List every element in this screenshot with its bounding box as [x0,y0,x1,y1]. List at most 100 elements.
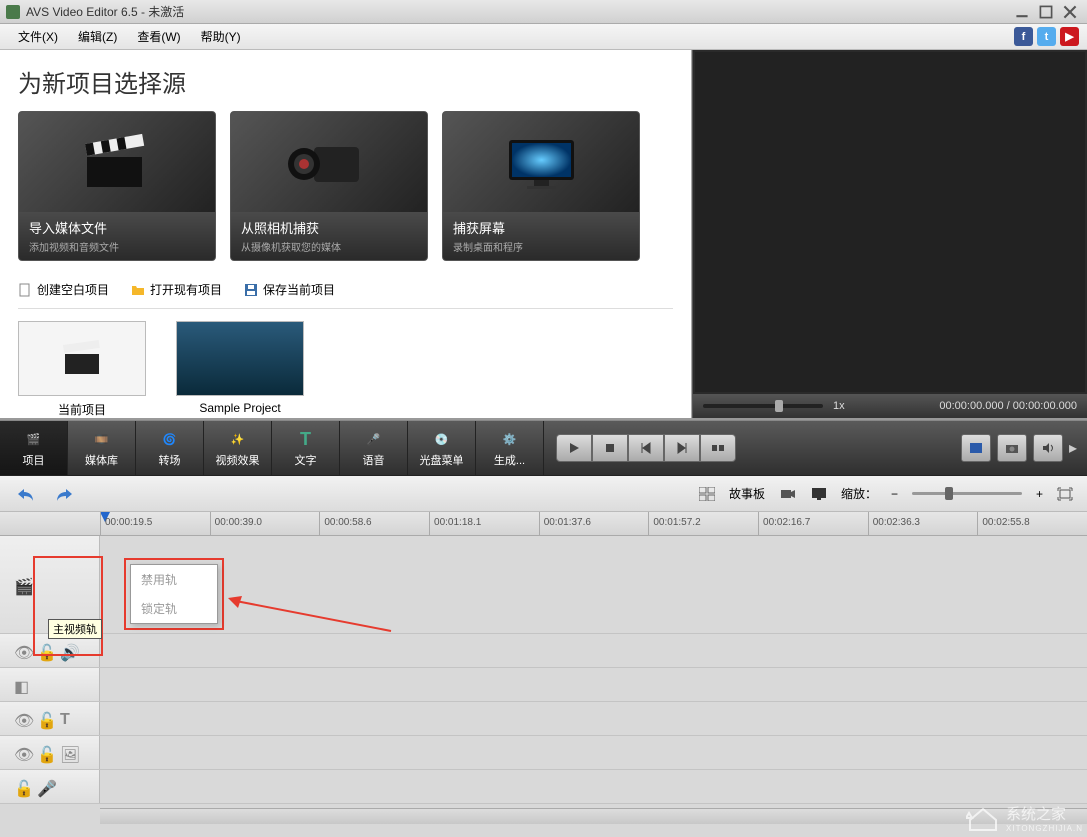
storyboard-icon[interactable] [699,487,715,501]
main-toolbar: 🎬项目 🎞️媒体库 🌀转场 ✨视频效果 T文字 🎤语音 💿光盘菜单 ⚙️生成..… [0,420,1087,476]
zoom-label: 缩放： [841,485,877,502]
menu-edit[interactable]: 编辑(Z) [68,25,127,48]
titlebar: AVS Video Editor 6.5 - 未激活 [0,0,1087,24]
clapperboard-small-icon [57,339,107,379]
text-icon: T [293,428,319,450]
undo-button[interactable] [14,482,38,506]
overlay-icon: ◧ [14,677,30,693]
storyboard-label[interactable]: 故事板 [729,485,765,502]
source-heading: 为新项目选择源 [18,64,673,99]
chevron-right-icon[interactable]: ▸ [1069,438,1077,458]
redo-button[interactable] [52,482,76,506]
minimize-button[interactable] [1011,4,1033,20]
facebook-icon[interactable]: f [1014,27,1033,46]
monitor-small-icon[interactable] [811,487,827,501]
camcorder-icon [284,132,374,192]
app-logo-icon [6,5,20,19]
card-sub: 录制桌面和程序 [453,239,629,254]
tab-media[interactable]: 🎞️媒体库 [68,421,136,475]
fit-button[interactable] [1057,487,1073,501]
volume-button[interactable] [1033,434,1063,462]
video-track-icon: 🎬 [14,577,30,593]
menubar: 文件(X) 编辑(Z) 查看(W) 帮助(Y) f t ▶ [0,24,1087,50]
card-title: 捕获屏幕 [453,218,629,237]
preview-screen[interactable] [695,52,1085,392]
thumb-label: 当前项目 [18,401,146,418]
ctx-lock-track[interactable]: 锁定轨 [131,594,217,623]
text-track[interactable]: 👁 🔓 T [0,702,1087,736]
folder-icon [131,283,145,297]
disc-icon: 💿 [429,428,455,450]
prev-button[interactable] [628,434,664,462]
camera-small-icon[interactable] [779,487,797,501]
mic-track-icon: 🎤 [37,779,53,795]
twitter-icon[interactable]: t [1037,27,1056,46]
current-project-thumb[interactable]: 当前项目 [18,321,146,418]
save-icon [244,283,258,297]
text-track-icon: T [60,711,76,727]
zoom-slider[interactable] [912,492,1022,495]
monitor-icon [499,132,584,192]
next-button[interactable] [664,434,700,462]
card-sub: 添加视频和音频文件 [29,239,205,254]
film-icon: 🎞️ [89,428,115,450]
speaker-icon: 🔊 [60,643,76,659]
card-capture-camera[interactable]: 从照相机捕获从摄像机获取您的媒体 [230,111,428,261]
save-project[interactable]: 保存当前项目 [244,281,335,298]
lock-icon[interactable]: 🔓 [14,779,30,795]
eye-icon[interactable]: 👁 [14,711,30,727]
ctx-disable-track[interactable]: 禁用轨 [131,565,217,594]
stop-button[interactable] [592,434,628,462]
lock-icon[interactable]: 🔓 [37,745,53,761]
tab-project[interactable]: 🎬项目 [0,421,68,475]
tab-produce[interactable]: ⚙️生成... [476,421,544,475]
time-label: 00:00:00.000 / 00:00:00.000 [939,400,1077,412]
speed-slider[interactable] [703,404,823,408]
card-capture-screen[interactable]: 捕获屏幕录制桌面和程序 [442,111,640,261]
voice-track[interactable]: 🔓🎤 [0,770,1087,804]
maximize-button[interactable] [1035,4,1057,20]
tab-voice[interactable]: 🎤语音 [340,421,408,475]
lock-icon[interactable]: 🔓 [37,711,53,727]
playback-controls [556,421,736,475]
speed-label: 1x [833,400,845,412]
snapshot-button[interactable] [997,434,1027,462]
split-button[interactable] [700,434,736,462]
menu-help[interactable]: 帮助(Y) [191,25,251,48]
file-icon [18,283,32,297]
track-tooltip: 主视频轨 [48,619,102,639]
zoom-out-button[interactable]: − [891,487,898,501]
card-title: 从照相机捕获 [241,218,417,237]
gear-play-icon: ⚙️ [497,428,523,450]
card-import-media[interactable]: 导入媒体文件添加视频和音频文件 [18,111,216,261]
overlay-track[interactable]: ◧ [0,668,1087,702]
timeline-scrollbar[interactable] [100,808,1087,824]
timeline-toolbar: 故事板 缩放： − + [0,476,1087,512]
tab-text[interactable]: T文字 [272,421,340,475]
mic-icon: 🎤 [361,428,387,450]
youtube-icon[interactable]: ▶ [1060,27,1079,46]
eye-icon[interactable]: 👁 [14,643,30,659]
zoom-in-button[interactable]: + [1036,487,1043,501]
create-blank-project[interactable]: 创建空白项目 [18,281,109,298]
picture-track[interactable]: 👁🔓🖼 [0,736,1087,770]
lock-icon[interactable]: 🔓 [37,643,53,659]
preview-panel: 1x 00:00:00.000 / 00:00:00.000 [692,50,1087,418]
tab-disc[interactable]: 💿光盘菜单 [408,421,476,475]
menu-view[interactable]: 查看(W) [127,25,190,48]
eye-icon[interactable]: 👁 [14,745,30,761]
menu-file[interactable]: 文件(X) [8,25,68,48]
close-button[interactable] [1059,4,1081,20]
fullscreen-button[interactable] [961,434,991,462]
track-context-menu: 禁用轨 锁定轨 [130,564,218,624]
spiral-icon: 🌀 [157,428,183,450]
open-project[interactable]: 打开现有项目 [131,281,222,298]
tab-transitions[interactable]: 🌀转场 [136,421,204,475]
tab-vfx[interactable]: ✨视频效果 [204,421,272,475]
play-button[interactable] [556,434,592,462]
sample-project-thumb[interactable]: Sample Project [176,321,304,418]
timeline-ruler[interactable]: 00:00:19.500:00:39.000:00:58.600:01:18.1… [0,512,1087,536]
source-panel: 为新项目选择源 导入媒体文件添加视频和音频文件 从照相机捕获从摄像机获取您的媒体… [0,50,692,418]
wand-icon: ✨ [225,428,251,450]
audio-track[interactable]: 👁 🔓 🔊 [0,634,1087,668]
